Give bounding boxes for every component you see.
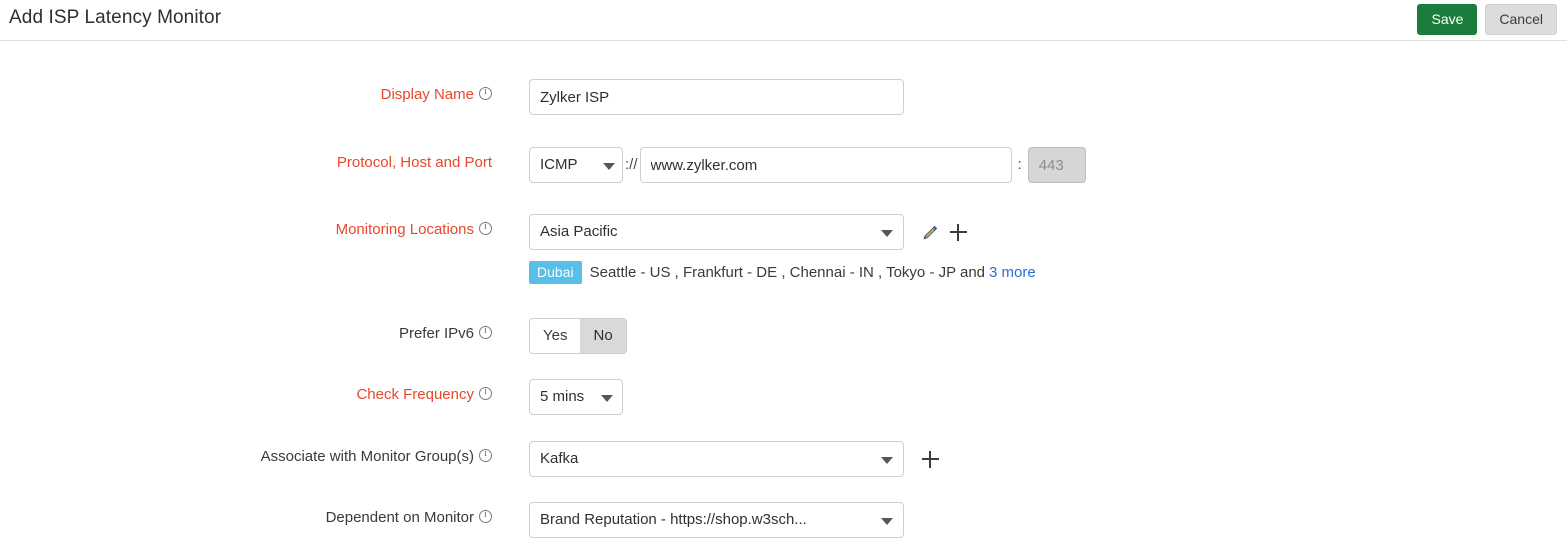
header-actions: Save Cancel (1417, 4, 1557, 35)
row-dependent-monitor: Dependent on Monitor Brand Reputation - … (0, 502, 1567, 538)
plus-icon[interactable] (945, 217, 971, 247)
label-monitoring-locations-text: Monitoring Locations (336, 221, 474, 238)
label-display-name: Display Name (0, 79, 492, 103)
field-monitor-group: Kafka (492, 441, 943, 477)
label-protocol-host-port-text: Protocol, Host and Port (337, 154, 492, 171)
pencil-icon[interactable] (917, 217, 943, 247)
check-frequency-select[interactable]: 5 mins (529, 379, 623, 415)
port-separator: : (1012, 147, 1028, 183)
monitoring-locations-value: Asia Pacific (529, 214, 904, 250)
display-name-input[interactable] (529, 79, 904, 115)
row-monitoring-locations-summary: Dubai Seattle - US , Frankfurt - DE , Ch… (0, 254, 1567, 284)
locations-more-link[interactable]: 3 more (989, 264, 1036, 281)
page-header: Add ISP Latency Monitor Save Cancel (0, 0, 1567, 41)
monitor-group-value: Kafka (529, 441, 904, 477)
field-dependent-monitor: Brand Reputation - https://shop.w3sch... (492, 502, 904, 538)
field-monitoring-locations: Asia Pacific (492, 214, 971, 250)
field-display-name (492, 79, 904, 115)
row-monitor-group: Associate with Monitor Group(s) Kafka (0, 441, 1567, 477)
label-prefer-ipv6-text: Prefer IPv6 (399, 325, 474, 342)
row-protocol-host-port: Protocol, Host and Port ICMP :// : (0, 147, 1567, 183)
monitor-group-select[interactable]: Kafka (529, 441, 904, 477)
field-locations-summary: Dubai Seattle - US , Frankfurt - DE , Ch… (492, 254, 1036, 284)
dependent-monitor-value: Brand Reputation - https://shop.w3sch... (529, 502, 904, 538)
label-dependent-monitor-text: Dependent on Monitor (326, 509, 474, 526)
monitor-form: Display Name Protocol, Host and Port ICM… (0, 41, 1567, 538)
field-protocol-host-port: ICMP :// : (492, 147, 1086, 183)
page-title: Add ISP Latency Monitor (9, 7, 221, 29)
label-display-name-text: Display Name (381, 86, 474, 103)
plus-glyph (922, 451, 939, 468)
prefer-ipv6-no-option[interactable]: No (580, 319, 625, 353)
host-input[interactable] (640, 147, 1012, 183)
location-chip: Dubai (529, 261, 582, 284)
field-check-frequency: 5 mins (492, 379, 623, 415)
label-spacer (0, 254, 492, 261)
protocol-select[interactable]: ICMP (529, 147, 623, 183)
info-circle-icon[interactable] (479, 510, 492, 523)
row-check-frequency: Check Frequency 5 mins (0, 379, 1567, 415)
label-prefer-ipv6: Prefer IPv6 (0, 318, 492, 342)
info-circle-icon[interactable] (479, 449, 492, 462)
dependent-monitor-select[interactable]: Brand Reputation - https://shop.w3sch... (529, 502, 904, 538)
row-display-name: Display Name (0, 79, 1567, 115)
protocol-select-value: ICMP (529, 147, 623, 183)
info-circle-icon[interactable] (479, 87, 492, 100)
row-prefer-ipv6: Prefer IPv6 Yes No (0, 318, 1567, 354)
prefer-ipv6-yes-option[interactable]: Yes (530, 319, 580, 353)
plus-icon[interactable] (917, 444, 943, 474)
prefer-ipv6-toggle[interactable]: Yes No (529, 318, 627, 354)
info-circle-icon[interactable] (479, 326, 492, 339)
protocol-separator: :// (623, 147, 640, 183)
plus-glyph (950, 224, 967, 241)
info-circle-icon[interactable] (479, 222, 492, 235)
label-dependent-monitor: Dependent on Monitor (0, 502, 492, 526)
field-prefer-ipv6: Yes No (492, 318, 627, 354)
monitoring-locations-select[interactable]: Asia Pacific (529, 214, 904, 250)
row-monitoring-locations: Monitoring Locations Asia Pacific (0, 214, 1567, 250)
info-circle-icon[interactable] (479, 387, 492, 400)
label-check-frequency-text: Check Frequency (356, 386, 474, 403)
port-input[interactable] (1028, 147, 1086, 183)
cancel-button[interactable]: Cancel (1485, 4, 1557, 35)
label-monitor-group: Associate with Monitor Group(s) (0, 441, 492, 465)
check-frequency-value: 5 mins (529, 379, 623, 415)
label-check-frequency: Check Frequency (0, 379, 492, 403)
label-monitoring-locations: Monitoring Locations (0, 214, 492, 238)
save-button[interactable]: Save (1417, 4, 1477, 35)
label-protocol-host-port: Protocol, Host and Port (0, 147, 492, 171)
label-monitor-group-text: Associate with Monitor Group(s) (261, 448, 474, 465)
locations-list-text: Seattle - US , Frankfurt - DE , Chennai … (590, 264, 985, 281)
